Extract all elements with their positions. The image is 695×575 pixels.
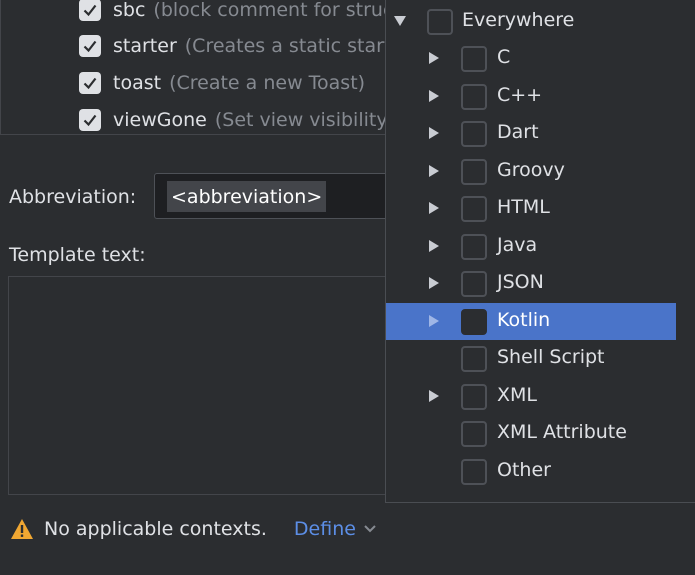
triangle-right-icon[interactable] (426, 313, 442, 329)
triangle-right-icon[interactable] (426, 88, 442, 104)
context-checkbox[interactable] (461, 271, 487, 297)
template-name: starter (113, 35, 177, 57)
template-name: sbc (113, 0, 146, 21)
context-row-html[interactable]: HTML (386, 190, 676, 227)
no-contexts-message: No applicable contexts. (44, 518, 267, 540)
context-label: Shell Script (497, 346, 605, 368)
check-icon (83, 114, 97, 127)
context-label: Groovy (497, 159, 565, 181)
context-label: Everywhere (462, 9, 575, 31)
context-checkbox[interactable] (461, 459, 487, 485)
warning-icon (11, 519, 33, 539)
define-label: Define (293, 518, 356, 540)
context-row-other[interactable]: Other (386, 453, 676, 490)
context-checkbox[interactable] (461, 384, 487, 410)
context-checkbox[interactable] (461, 309, 487, 335)
check-icon (83, 77, 97, 90)
context-row-dart[interactable]: Dart (386, 115, 676, 152)
context-checkbox[interactable] (461, 159, 487, 185)
template-name: toast (113, 72, 162, 94)
abbreviation-value[interactable]: <abbreviation> (167, 181, 327, 212)
template-description: (Set view visibility t (214, 109, 402, 131)
context-label: C (497, 46, 511, 68)
context-row-cpp[interactable]: C++ (386, 78, 676, 115)
template-description: (block comment for struc (153, 0, 394, 21)
context-popup: Everywhere C C++ Dart Groovy HTML Java J… (385, 0, 695, 503)
context-row-xml[interactable]: XML (386, 378, 676, 415)
context-label: XML Attribute (497, 421, 627, 443)
abbreviation-label: Abbreviation: (9, 186, 137, 208)
context-checkbox[interactable] (461, 121, 487, 147)
template-description: (Create a new Toast) (169, 72, 366, 94)
template-row-toast[interactable]: toast (Create a new Toast) (79, 69, 365, 97)
context-footer: No applicable contexts. Define (10, 514, 377, 544)
chevron-down-icon (364, 525, 376, 533)
context-checkbox[interactable] (461, 84, 487, 110)
context-label: C++ (497, 84, 543, 106)
context-row-shell-script[interactable]: Shell Script (386, 340, 676, 377)
context-label: Dart (497, 121, 539, 143)
context-row-everywhere[interactable]: Everywhere (386, 3, 676, 40)
template-checkbox[interactable] (79, 35, 101, 57)
template-row-starter[interactable]: starter (Creates a static start( (79, 32, 399, 60)
triangle-down-icon[interactable] (392, 13, 408, 29)
triangle-right-icon[interactable] (426, 388, 442, 404)
context-checkbox[interactable] (461, 421, 487, 447)
context-row-json[interactable]: JSON (386, 265, 676, 302)
context-checkbox[interactable] (461, 196, 487, 222)
template-description: (Creates a static start( (184, 35, 399, 57)
template-name: viewGone (113, 109, 207, 131)
context-checkbox[interactable] (461, 46, 487, 72)
define-context-link[interactable]: Define (294, 518, 377, 540)
context-label: XML (497, 384, 537, 406)
context-row-groovy[interactable]: Groovy (386, 153, 676, 190)
triangle-right-icon[interactable] (426, 238, 442, 254)
context-label: Other (497, 459, 551, 481)
context-label: Kotlin (497, 309, 551, 331)
triangle-right-icon[interactable] (426, 163, 442, 179)
context-checkbox[interactable] (461, 234, 487, 260)
template-checkbox[interactable] (79, 109, 101, 131)
template-row-sbc[interactable]: sbc (block comment for struc (79, 0, 393, 24)
template-checkbox[interactable] (79, 72, 101, 94)
context-label: JSON (497, 271, 544, 293)
triangle-right-icon[interactable] (426, 200, 442, 216)
triangle-right-icon[interactable] (426, 125, 442, 141)
context-label: Java (497, 234, 538, 256)
context-checkbox[interactable] (427, 9, 453, 35)
context-row-xml-attribute[interactable]: XML Attribute (386, 415, 676, 452)
check-icon (83, 4, 97, 17)
template-text-label: Template text: (9, 244, 146, 266)
template-checkbox[interactable] (79, 0, 101, 21)
triangle-right-icon[interactable] (426, 275, 442, 291)
context-label: HTML (497, 196, 550, 218)
triangle-right-icon[interactable] (426, 50, 442, 66)
context-row-kotlin[interactable]: Kotlin (386, 303, 676, 340)
check-icon (83, 40, 97, 53)
context-row-java[interactable]: Java (386, 228, 676, 265)
context-row-c[interactable]: C (386, 40, 676, 77)
context-checkbox[interactable] (461, 346, 487, 372)
template-row-viewgone[interactable]: viewGone (Set view visibility t (79, 106, 401, 134)
